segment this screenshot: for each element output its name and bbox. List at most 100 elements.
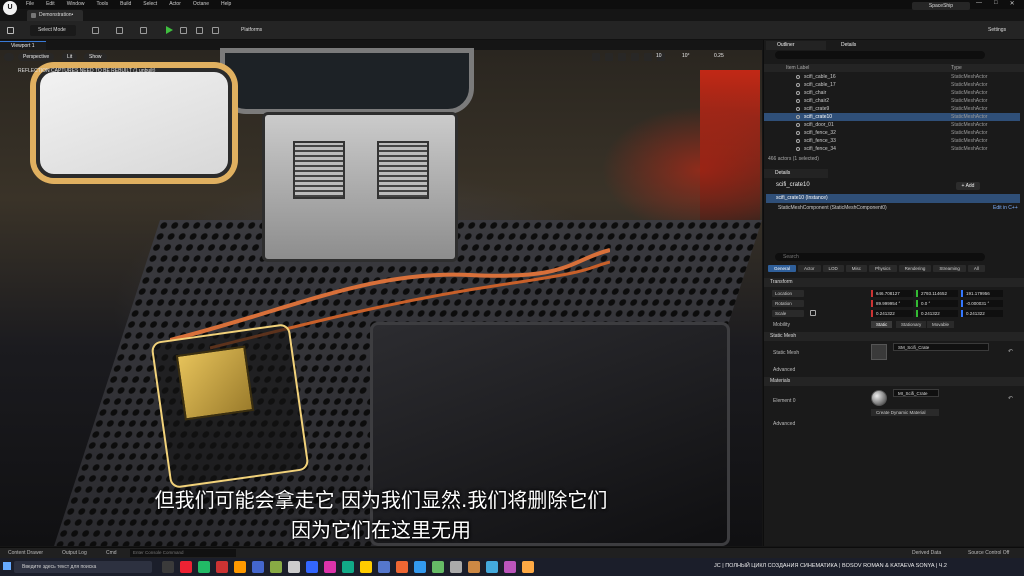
play-icon[interactable]	[166, 26, 173, 34]
taskbar-app-icon[interactable]	[288, 561, 300, 573]
outliner-search-input[interactable]	[775, 51, 985, 59]
static-mesh-dropdown[interactable]: SM_Scifi_Crate	[893, 343, 989, 351]
category-tab[interactable]: Rendering	[898, 265, 932, 272]
select-mode-dropdown[interactable]: Select Mode	[30, 25, 76, 36]
minimize-button[interactable]: —	[976, 0, 982, 7]
material-dropdown[interactable]: MI_Scifi_Crate	[893, 389, 939, 397]
source-control-button[interactable]: Source Control Off	[968, 550, 1009, 556]
outliner-row[interactable]: scifi_chair StaticMeshActor	[764, 89, 1020, 97]
category-tab[interactable]: Misc	[845, 265, 868, 272]
menu-build[interactable]: Build	[120, 1, 131, 7]
component-row[interactable]: StaticMeshComponent (StaticMeshComponent…	[778, 205, 887, 211]
move-tool-icon[interactable]	[605, 53, 613, 61]
instance-row[interactable]: scifi_crate10 (Instance)	[766, 194, 1020, 203]
taskbar-app-icon[interactable]	[324, 561, 336, 573]
rotate-tool-icon[interactable]	[618, 53, 626, 61]
static-mesh-section[interactable]: Static Mesh	[764, 332, 1024, 341]
scale-snap-value[interactable]: 0.25	[714, 53, 724, 59]
material-thumbnail[interactable]	[871, 390, 887, 406]
taskbar-app-icon[interactable]	[252, 561, 264, 573]
scale-tool-icon[interactable]	[631, 53, 639, 61]
taskbar-app-icon[interactable]	[360, 561, 372, 573]
mobility-static[interactable]: Static	[871, 321, 893, 328]
taskbar-app-icon[interactable]	[414, 561, 426, 573]
taskbar-app-icon[interactable]	[396, 561, 408, 573]
edit-in-cpp-link[interactable]: Edit in C++	[993, 205, 1018, 211]
taskbar-search-input[interactable]: Введите здесь текст для поиска	[14, 561, 152, 573]
scale-y[interactable]: 0.241322	[916, 310, 958, 317]
scale-dropdown[interactable]: Scale	[772, 310, 804, 317]
taskbar-app-icon[interactable]	[234, 561, 246, 573]
location-z[interactable]: 191.179956	[961, 290, 1003, 297]
create-dynamic-material-button[interactable]: Create Dynamic Material	[871, 409, 939, 416]
maximize-button[interactable]: □	[994, 0, 998, 7]
mobility-movable[interactable]: Movable	[927, 321, 955, 328]
viewport-options-icon[interactable]	[4, 53, 14, 61]
column-type[interactable]: Type	[951, 64, 962, 72]
outliner-row[interactable]: scifi_door_01 StaticMeshActor	[764, 121, 1020, 129]
start-icon[interactable]	[3, 562, 11, 570]
rotation-x[interactable]: 89.999954 °	[871, 300, 913, 307]
category-tab[interactable]: Actor	[798, 265, 821, 272]
outliner-row[interactable]: scifi_cable_17 StaticMeshActor	[764, 81, 1020, 89]
menu-octane[interactable]: Octane	[193, 1, 209, 7]
taskbar-app-icon[interactable]	[180, 561, 192, 573]
select-tool-icon[interactable]	[592, 53, 600, 61]
rotation-dropdown[interactable]: Rotation	[772, 300, 804, 307]
menu-actor[interactable]: Actor	[169, 1, 181, 7]
output-log-button[interactable]: Output Log	[62, 550, 87, 556]
lock-icon[interactable]	[810, 310, 816, 316]
details-search-input[interactable]: Search	[775, 253, 985, 261]
lit-button[interactable]: Lit	[62, 53, 78, 61]
play-options-icon[interactable]	[212, 27, 219, 34]
add-content-icon[interactable]	[92, 27, 99, 34]
menu-select[interactable]: Select	[143, 1, 157, 7]
world-space-icon[interactable]	[644, 53, 652, 61]
add-component-button[interactable]: + Add	[956, 182, 980, 190]
outliner-tab[interactable]: Outliner	[766, 41, 826, 50]
scale-x[interactable]: 0.241322	[871, 310, 913, 317]
location-x[interactable]: 646.708127	[871, 290, 913, 297]
outliner-row[interactable]: scifi_fence_32 StaticMeshActor	[764, 129, 1020, 137]
viewport-tab[interactable]: Viewport 1	[0, 41, 46, 50]
platforms-button[interactable]: Platforms	[232, 25, 280, 36]
outliner-row[interactable]: scifi_crate9 StaticMeshActor	[764, 105, 1020, 113]
derived-data-button[interactable]: Derived Data	[912, 550, 941, 556]
rotation-z[interactable]: -0.000031 °	[961, 300, 1003, 307]
taskbar-app-icon[interactable]	[468, 561, 480, 573]
menu-tools[interactable]: Tools	[96, 1, 108, 7]
location-y[interactable]: 2793.114652	[916, 290, 958, 297]
grid-snap-value[interactable]: 10	[656, 53, 662, 59]
save-icon[interactable]	[7, 27, 14, 34]
outliner-row[interactable]: scifi_crate10 StaticMeshActor	[764, 113, 1020, 121]
cmd-dropdown[interactable]: Cmd	[106, 550, 117, 556]
transform-section[interactable]: Transform	[764, 278, 1024, 287]
column-item-label[interactable]: Item Label	[786, 64, 809, 72]
taskbar-app-icon[interactable]	[306, 561, 318, 573]
eject-icon[interactable]	[196, 27, 203, 34]
taskbar-app-icon[interactable]	[522, 561, 534, 573]
category-tab[interactable]: Streaming	[933, 265, 966, 272]
advanced-toggle-2[interactable]: Advanced	[773, 421, 795, 427]
taskbar-app-icon[interactable]	[450, 561, 462, 573]
taskbar-app-icon[interactable]	[504, 561, 516, 573]
category-tab[interactable]: Physics	[869, 265, 897, 272]
unreal-logo-icon[interactable]: U	[3, 1, 17, 15]
mobility-stationary[interactable]: Stationary	[896, 321, 927, 328]
taskbar-app-icon[interactable]	[342, 561, 354, 573]
show-button[interactable]: Show	[84, 53, 107, 61]
actor-name[interactable]: scifi_crate10	[776, 182, 810, 188]
details-tab-top[interactable]: Details	[830, 41, 890, 50]
scale-z[interactable]: 0.241322	[961, 310, 1003, 317]
menu-help[interactable]: Help	[221, 1, 231, 7]
category-tab[interactable]: All	[967, 265, 985, 272]
outliner-row[interactable]: scifi_fence_34 StaticMeshActor	[764, 145, 1020, 153]
taskbar-app-icon[interactable]	[432, 561, 444, 573]
content-drawer-button[interactable]: Content Drawer	[8, 550, 43, 556]
menu-window[interactable]: Window	[67, 1, 85, 7]
console-input[interactable]: Enter Console Command	[130, 549, 236, 557]
outliner-row[interactable]: scifi_chair2 StaticMeshActor	[764, 97, 1020, 105]
taskbar-app-icon[interactable]	[198, 561, 210, 573]
taskbar-app-icon[interactable]	[162, 561, 174, 573]
step-icon[interactable]	[180, 27, 187, 34]
